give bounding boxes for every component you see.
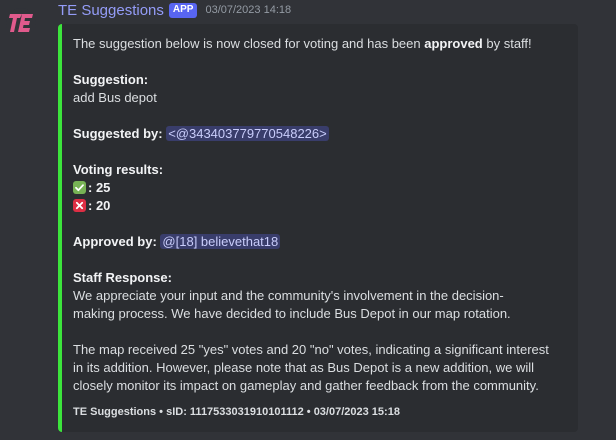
approved-by-label: Approved by: [73, 234, 157, 249]
te-logo-icon [9, 14, 33, 32]
intro-text-end: by staff! [482, 36, 532, 51]
suggestion-embed: The suggestion below is now closed for v… [58, 24, 578, 432]
staff-response-label: Staff Response: [73, 270, 172, 285]
message-header: TE Suggestions APP 03/07/2023 14:18 [58, 0, 291, 20]
cross-mark-icon [73, 199, 86, 212]
staff-response-line: in its addition. However, please note th… [73, 360, 535, 375]
intro-text-start: The suggestion below is now closed for v… [73, 36, 425, 51]
suggested-by-label: Suggested by: [73, 126, 163, 141]
staff-response-line: We appreciate your input and the communi… [73, 288, 504, 303]
staff-response-line: making process. We have decided to inclu… [73, 306, 511, 321]
votes-yes-row: : 25 [73, 179, 566, 197]
staff-response-line: The map received 25 "yes" votes and 20 "… [73, 342, 549, 357]
intro-text: The suggestion below is now closed for v… [73, 35, 566, 53]
message-timestamp[interactable]: 03/07/2023 14:18 [205, 4, 291, 16]
voting-results-label: Voting results: [73, 162, 164, 177]
votes-no-count: : 20 [88, 198, 111, 213]
votes-no-row: : 20 [73, 197, 566, 215]
bot-username[interactable]: TE Suggestions [58, 2, 164, 19]
app-badge: APP [168, 2, 198, 18]
suggestion-value: add Bus depot [73, 90, 157, 105]
bot-avatar[interactable] [6, 8, 36, 38]
staff-response-line: closely monitor its impact on gameplay a… [73, 378, 539, 393]
suggested-by-mention[interactable]: <@343403779770548226> [166, 126, 329, 141]
votes-yes-count: : 25 [88, 180, 111, 195]
embed-footer: TE Suggestions • sID: 111753303191010111… [73, 406, 400, 418]
approved-status: approved [424, 36, 483, 51]
check-mark-icon [73, 181, 86, 194]
approved-by-mention[interactable]: @[18] believethat18 [160, 234, 281, 249]
approved-by-row: Approved by: @[18] believethat18 [73, 233, 566, 251]
suggested-by-row: Suggested by: <@343403779770548226> [73, 125, 566, 143]
suggestion-label: Suggestion: [73, 72, 149, 87]
